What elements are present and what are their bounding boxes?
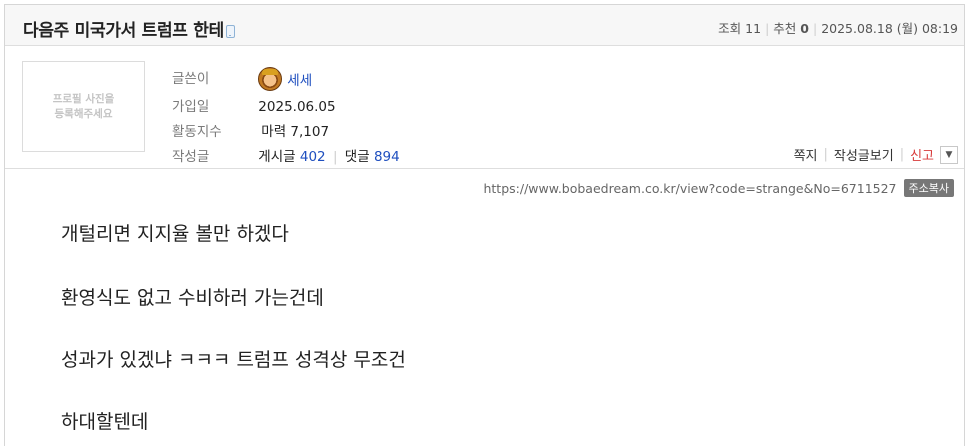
copy-url-button[interactable]: 주소복사 xyxy=(903,179,954,197)
comments-count[interactable]: 894 xyxy=(374,149,400,165)
post-url: https://www.bobaedream.co.kr/view?code=s… xyxy=(483,180,897,196)
recommend-count: 0 xyxy=(800,21,809,36)
content-line: 개털리면 지지율 볼만 하겠다 xyxy=(61,223,289,245)
author-profile: 프로필 사진을 등록해주세요 글쓴이 세세 가입일 2025.06.05 활동지… xyxy=(5,47,964,169)
dropdown-button[interactable]: ▼ xyxy=(940,145,958,164)
activity-label: 활동지수 xyxy=(172,124,222,140)
posts-count[interactable]: 402 xyxy=(300,149,326,165)
recommend-label: 추천 xyxy=(773,21,797,36)
author-nickname: 세세 xyxy=(287,73,313,89)
activity-row: 활동지수 마력 7,107 xyxy=(172,120,329,140)
post-url-row: https://www.bobaedream.co.kr/view?code=s… xyxy=(483,179,954,197)
content-line: 환영식도 없고 수비하러 가는건데 xyxy=(61,287,324,309)
comments-text: 댓글 xyxy=(344,149,370,165)
post-title-text: 다음주 미국가서 트럼프 한테 xyxy=(23,21,224,41)
profile-photo-placeholder: 프로필 사진을 등록해주세요 xyxy=(22,61,145,152)
post-date: 2025.08.18 (월) 08:19 xyxy=(821,21,958,36)
content-line: 하대할텐데 xyxy=(61,411,149,433)
profile-photo-text: 프로필 사진을 등록해주세요 xyxy=(52,92,115,120)
view-posts-link[interactable]: 작성글보기 xyxy=(834,145,894,164)
posts-row: 작성글 게시글 402 | 댓글 894 xyxy=(172,145,400,165)
author-label: 글쓴이 xyxy=(172,71,210,87)
post-meta: 조회 11 | 추천 0 | 2025.08.18 (월) 08:19 xyxy=(718,21,958,36)
post-container: 다음주 미국가서 트럼프 한테 조회 11 | 추천 0 | 2025.08.18 (월… xyxy=(4,4,965,446)
joined-label: 가입일 xyxy=(172,99,210,115)
triangle-down-icon: ▼ xyxy=(945,149,953,160)
author-nickname-link[interactable]: 세세 xyxy=(258,67,312,91)
author-row: 글쓴이 세세 xyxy=(172,67,312,91)
report-link[interactable]: 신고 xyxy=(910,145,934,164)
joined-row: 가입일 2025.06.05 xyxy=(172,95,336,115)
mobile-phone-icon xyxy=(225,25,235,38)
post-title: 다음주 미국가서 트럼프 한테 xyxy=(23,16,235,41)
joined-date: 2025.06.05 xyxy=(258,99,336,115)
message-link[interactable]: 쪽지 xyxy=(794,145,818,164)
views-count: 11 xyxy=(745,21,762,36)
post-header: 다음주 미국가서 트럼프 한테 조회 11 | 추천 0 | 2025.08.18 (월… xyxy=(5,5,964,46)
posts-text: 게시글 xyxy=(258,149,296,165)
posts-label: 작성글 xyxy=(172,149,210,165)
content-line: 성과가 있겠냐 ㅋㅋㅋ 트럼프 성격상 무조건 xyxy=(61,349,406,371)
views-label: 조회 xyxy=(718,21,742,36)
activity-value: 마력 7,107 xyxy=(261,124,330,140)
author-actions: 쪽지 | 작성글보기 | 신고 ▼ xyxy=(794,145,958,164)
character-avatar-icon xyxy=(258,67,283,91)
